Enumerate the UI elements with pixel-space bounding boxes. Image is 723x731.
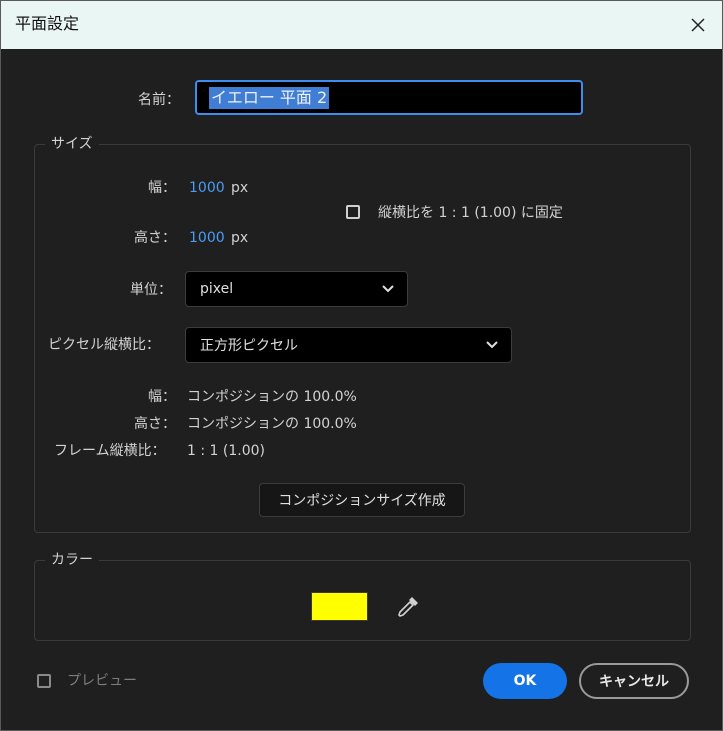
unit-select-value: pixel: [200, 281, 234, 297]
color-swatch[interactable]: [311, 592, 368, 621]
lock-aspect-label: 縦横比を 1 : 1 (1.00) に固定: [378, 205, 563, 221]
chevron-down-icon: [486, 341, 498, 349]
info-height-value: コンポジションの 100.0%: [187, 416, 357, 432]
name-label: 名前：: [138, 92, 180, 108]
name-input-value: イエロー 平面 2: [209, 86, 330, 109]
width-value[interactable]: 1000: [189, 179, 225, 197]
size-group-title: サイズ: [45, 135, 99, 153]
eyedropper-icon[interactable]: [395, 594, 421, 620]
close-icon: [691, 18, 705, 32]
frame-aspect-label: フレーム縦横比：: [54, 443, 166, 459]
height-label: 高さ：: [134, 230, 176, 246]
pixel-aspect-select[interactable]: 正方形ピクセル: [185, 327, 512, 363]
title-bar[interactable]: 平面設定: [1, 1, 722, 49]
chevron-down-icon: [382, 285, 394, 293]
height-unit: px: [231, 230, 249, 246]
unit-select[interactable]: pixel: [185, 271, 408, 307]
pixel-aspect-select-value: 正方形ピクセル: [200, 338, 298, 354]
close-button[interactable]: [682, 9, 714, 41]
info-width-value: コンポジションの 100.0%: [187, 389, 357, 405]
lock-aspect-checkbox[interactable]: [346, 205, 360, 219]
info-height-label: 高さ：: [134, 416, 176, 432]
unit-label: 単位：: [130, 282, 172, 298]
ok-button[interactable]: OK: [483, 663, 567, 699]
solid-settings-dialog: 平面設定 名前： イエロー 平面 2 サイズ 幅： 1000 px 縦横比を 1…: [0, 0, 723, 731]
pixel-aspect-label: ピクセル縦横比：: [48, 337, 160, 353]
width-unit: px: [231, 180, 249, 196]
width-label: 幅：: [148, 180, 176, 196]
height-value[interactable]: 1000: [189, 229, 225, 247]
preview-label: プレビュー: [67, 673, 137, 689]
cancel-button[interactable]: キャンセル: [579, 663, 689, 699]
frame-aspect-value: 1 : 1 (1.00): [187, 443, 265, 459]
name-input[interactable]: イエロー 平面 2: [195, 80, 583, 115]
preview-checkbox[interactable]: [37, 674, 51, 688]
window-title: 平面設定: [15, 14, 80, 33]
info-width-label: 幅：: [148, 389, 176, 405]
make-comp-size-button[interactable]: コンポジションサイズ作成: [259, 483, 465, 517]
color-group-title: カラー: [45, 551, 99, 569]
